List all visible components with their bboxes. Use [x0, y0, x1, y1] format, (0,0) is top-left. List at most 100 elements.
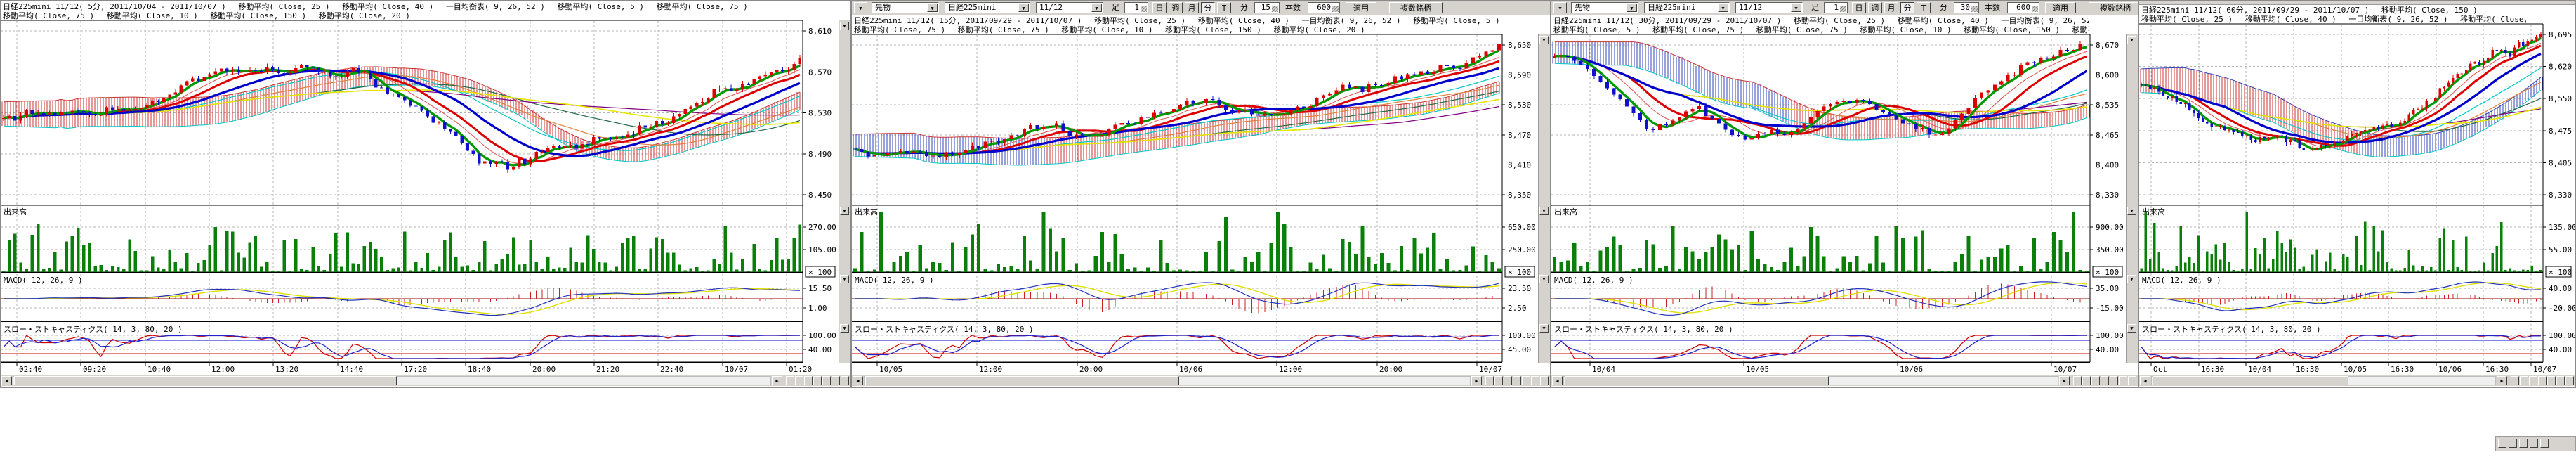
- candlestick: [454, 132, 458, 136]
- chart-tool-button[interactable]: [786, 376, 794, 385]
- volume-bar: [1750, 231, 1754, 272]
- chart-tool-button[interactable]: [2082, 376, 2091, 385]
- candlestick: [632, 135, 636, 136]
- scroll-left-button[interactable]: ◀: [1552, 376, 1563, 385]
- volume-bar: [2391, 268, 2393, 272]
- volume-bar: [879, 212, 883, 272]
- section-collapse-button[interactable]: ▼: [2127, 36, 2136, 44]
- candlestick: [1973, 98, 1977, 108]
- horizontal-scrollbar[interactable]: ◀▶: [852, 375, 1550, 386]
- volume-bar: [899, 256, 902, 272]
- scroll-right-button[interactable]: ▶: [2059, 376, 2070, 385]
- chart-tool-button[interactable]: [2119, 376, 2127, 385]
- section-collapse-button[interactable]: ▼: [2127, 275, 2136, 283]
- candlestick: [237, 70, 240, 72]
- stoch-section-label: スロー・ストキャスティクス( 14, 3, 80, 20 ): [855, 325, 1034, 334]
- section-collapse-button[interactable]: ▼: [840, 324, 849, 333]
- candlestick: [730, 89, 733, 91]
- candlestick: [1081, 135, 1084, 136]
- scroll-right-button[interactable]: ▶: [772, 376, 782, 385]
- chart-tool-button[interactable]: [2511, 376, 2519, 385]
- volume-bar: [1612, 236, 1615, 272]
- section-collapse-button[interactable]: ▼: [840, 275, 849, 283]
- section-collapse-button[interactable]: ▼: [840, 22, 849, 30]
- volume-bar: [2443, 228, 2445, 272]
- chart-tool-button[interactable]: [795, 376, 803, 385]
- scroll-thumb[interactable]: [1565, 376, 1829, 385]
- candlestick: [1986, 91, 1990, 93]
- candlestick: [2491, 50, 2493, 58]
- section-collapse-button[interactable]: ▼: [2127, 207, 2136, 215]
- section-collapse-button[interactable]: ▼: [1539, 324, 1549, 333]
- scroll-right-button[interactable]: ▶: [2497, 376, 2507, 385]
- scroll-thumb[interactable]: [14, 376, 397, 385]
- chart-tool-button[interactable]: [2091, 376, 2100, 385]
- chart-tool-button[interactable]: [804, 376, 813, 385]
- volume-bar: [2473, 271, 2476, 272]
- candlestick: [249, 70, 252, 72]
- chart-tool-button[interactable]: [1513, 376, 1521, 385]
- chart-tool-button[interactable]: [1540, 376, 1549, 385]
- chart-tool-button[interactable]: [1494, 376, 1503, 385]
- section-collapse-button[interactable]: ▼: [1539, 207, 1549, 215]
- chart-tool-button[interactable]: [2547, 376, 2556, 385]
- section-collapse-button[interactable]: ▼: [1539, 275, 1549, 283]
- chart-tool-button[interactable]: [841, 376, 849, 385]
- scroll-left-button[interactable]: ◀: [2140, 376, 2150, 385]
- horizontal-scrollbar[interactable]: ◀▶: [1551, 375, 2138, 386]
- scroll-left-button[interactable]: ◀: [1, 376, 12, 385]
- scroll-thumb[interactable]: [2153, 376, 2348, 385]
- section-collapse-button[interactable]: ▼: [1539, 36, 1549, 44]
- candlestick: [1374, 84, 1377, 85]
- candlestick: [53, 113, 57, 115]
- candlestick: [1029, 125, 1032, 129]
- chart-tool-button[interactable]: [2565, 376, 2574, 385]
- scroll-thumb[interactable]: [865, 376, 1179, 385]
- chart-tool-button[interactable]: [2556, 376, 2565, 385]
- volume-bar: [1328, 269, 1332, 272]
- section-collapse-button[interactable]: ▼: [840, 207, 849, 215]
- chart-tool-button[interactable]: [2529, 376, 2537, 385]
- volume-bar: [2447, 270, 2450, 272]
- candlestick: [1776, 129, 1780, 134]
- chart-tool-button[interactable]: [813, 376, 822, 385]
- chart-tool-button[interactable]: [2520, 376, 2528, 385]
- candlestick: [1192, 101, 1195, 104]
- section-collapse-button[interactable]: ▼: [2127, 324, 2136, 333]
- candlestick: [1796, 129, 1799, 132]
- volume-bar: [1100, 232, 1104, 272]
- chart-tool-button[interactable]: [2073, 376, 2082, 385]
- price-axis-label: 8,475: [2549, 127, 2572, 136]
- horizontal-scrollbar[interactable]: ◀▶: [1, 375, 850, 386]
- volume-bar: [2188, 257, 2190, 272]
- scroll-right-button[interactable]: ▶: [1471, 376, 1482, 385]
- chart-tool-button[interactable]: [832, 376, 840, 385]
- horizontal-scrollbar[interactable]: ◀▶: [2139, 375, 2575, 386]
- chart-tool-button[interactable]: [2110, 376, 2118, 385]
- volume-bar: [2272, 259, 2274, 272]
- scroll-left-button[interactable]: ◀: [853, 376, 863, 385]
- chart-tool-button[interactable]: [2101, 376, 2109, 385]
- volume-bar: [2026, 271, 2030, 272]
- chart-tool-button[interactable]: [2128, 376, 2136, 385]
- chart-tool-button[interactable]: [2538, 376, 2547, 385]
- candlestick: [414, 106, 418, 107]
- chart-tool-button[interactable]: [1531, 376, 1539, 385]
- volume-bar: [2509, 268, 2511, 272]
- volume-bar: [2228, 262, 2230, 272]
- chart-tool-button[interactable]: [1485, 376, 1494, 385]
- candlestick: [357, 68, 360, 73]
- candlestick: [1658, 124, 1662, 130]
- chart-tool-button[interactable]: [1504, 376, 1512, 385]
- chart-tool-button[interactable]: [1522, 376, 1530, 385]
- candlestick: [2019, 65, 2023, 75]
- volume-bar: [1133, 268, 1136, 273]
- candlestick: [2399, 123, 2401, 126]
- volume-bar: [1484, 255, 1487, 272]
- volume-bar: [340, 266, 343, 272]
- candlestick: [2373, 127, 2375, 130]
- chart-tool-button[interactable]: [822, 376, 831, 385]
- candlestick: [1478, 56, 1481, 57]
- volume-bar: [117, 267, 120, 272]
- volume-bar: [2315, 249, 2318, 272]
